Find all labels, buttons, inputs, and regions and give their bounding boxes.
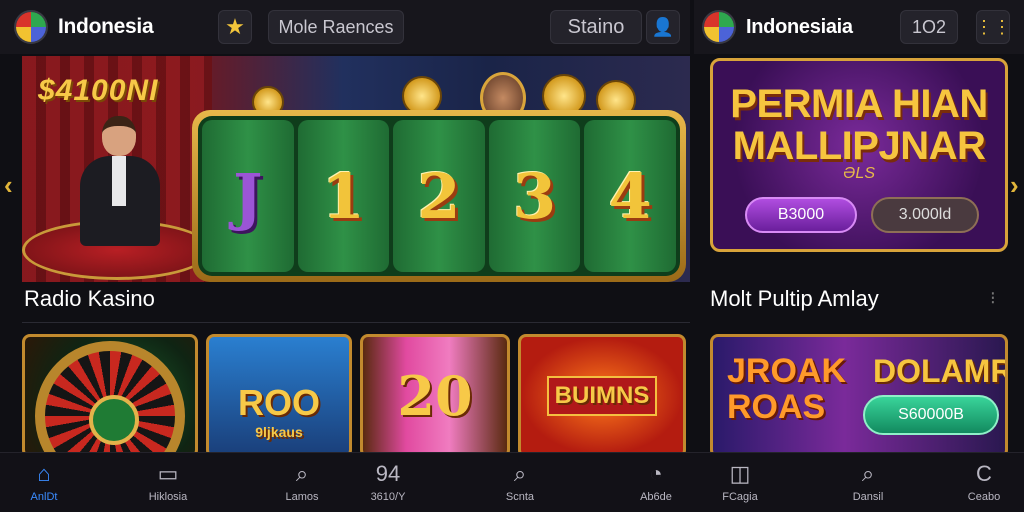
staino-button[interactable]: Staino [550,10,642,44]
nav-item-3[interactable]: ⌕ Lamos [262,461,342,503]
user-button[interactable]: 👤 [646,10,680,44]
nav-item-7[interactable]: ◫ FCagia [700,461,780,503]
user-icon: 👤 [651,16,675,37]
slot-reel: 1 [297,120,390,272]
brand-name-right: Indonesiaia [746,15,853,38]
game-title-secondary: DOLAMR [873,353,1008,389]
game-title: BUIMNS [546,376,658,416]
promo-title: PERMIA HIAN MALLIPJNAR [730,82,988,168]
game-tile-roas[interactable]: JROAK ROAS DOLAMR S60000B [710,334,1008,458]
nav-item-6[interactable]: ◔ Ab6de [616,461,696,503]
flag-icon [702,10,736,44]
game-tile-roo[interactable]: ROO 9ljkaus [206,334,352,458]
cards-icon: ◫ [729,461,751,486]
top-bar-right: Indonesiaia 1O2 ⋮⋮ [694,0,1024,54]
monitor-icon: ▭ [157,461,179,486]
clock-icon: ◔ [649,461,663,486]
count-button[interactable]: 1O2 [900,10,958,44]
dealer-image [80,116,160,246]
game-title: JROAK ROAS [727,352,847,426]
game-subtitle: 9ljkaus [255,424,303,440]
favorites-button[interactable]: ★ [218,10,252,44]
top-bar-left: Indonesia ★ Mole Raences Staino 👤 [0,0,690,54]
nav-label: Ab6de [640,491,672,503]
section-title-right: Molt Pultip Amlay [710,286,879,311]
promo-subtitle: ƏLS [842,165,875,182]
nav-label: Scnta [505,491,535,503]
menu-button[interactable]: ⋮⋮ [975,10,1011,44]
nav-label: Hiklosia [148,491,188,503]
chevron-left-icon[interactable]: ‹ [4,170,13,201]
nav-label: Ceabo [967,491,1001,503]
chevron-right-icon[interactable]: › [1010,170,1019,201]
star-icon: ★ [225,14,245,39]
nav-item-8[interactable]: ⌕ Dansil [828,461,908,503]
search-icon: ⌕ [295,461,309,486]
slot-reels: J 1 2 3 4 [198,116,680,276]
hero-title: $4100NI [38,74,159,107]
brand-name: Indonesia [58,15,154,38]
promo-secondary-button[interactable]: 3.000ld [871,197,979,233]
game-tile-roulette[interactable] [22,334,198,458]
hero-banner[interactable]: $4100NI J 1 2 3 4 [22,56,690,282]
game-play-button[interactable]: S60000B [863,395,999,435]
slot-reel: 2 [393,120,485,272]
nav-label: Dansil [852,491,884,503]
promo-primary-button[interactable]: B3000 [745,197,857,233]
brand-left[interactable]: Indonesia [0,10,154,44]
slot-reel: 3 [488,120,581,272]
search-button[interactable]: Mole Raences [268,10,404,44]
divider [22,322,690,323]
game-tile-20[interactable]: 20 [360,334,510,458]
game-title: 20 [397,364,473,428]
roulette-wheel-icon [35,341,185,455]
game-tile-bonus[interactable]: BUIMNS [518,334,686,458]
nav-item-2[interactable]: ▭ Hiklosia [128,461,208,503]
brand-right[interactable]: Indonesiaia [694,10,853,44]
nav-label: AnlDt [30,491,58,503]
slot-machine: J 1 2 3 4 [192,110,686,282]
nav-label: 3610/Y [370,491,406,503]
home-icon: ⌂ [37,461,51,486]
bottom-nav: ⌂ AnlDt ▭ Hiklosia ⌕ Lamos 94 3610/Y ⌕ S… [0,452,1024,512]
search-icon: ⌕ [861,461,875,486]
promo-card[interactable]: PERMIA HIAN MALLIPJNAR ƏLS B3000 3.000ld [710,58,1008,252]
slot-reel: J [202,120,294,272]
game-title: ROO [237,382,320,423]
flag-icon [14,10,48,44]
nav-label: FCagia [722,491,758,503]
search-icon: ⌕ [513,461,527,486]
nav-label: Lamos [285,491,319,503]
number-icon: 94 [375,461,401,486]
section-title-left: Radio Kasino [24,286,155,311]
grid-menu-icon: ⋮⋮ [975,16,1011,37]
refresh-icon: C [976,461,992,486]
nav-home[interactable]: ⌂ AnlDt [4,461,84,503]
slot-reel: 4 [584,120,676,272]
nav-item-9[interactable]: C Ceabo [944,461,1024,503]
more-icon[interactable]: ⁝ [990,288,996,309]
nav-item-5[interactable]: ⌕ Scnta [480,461,560,503]
nav-item-4[interactable]: 94 3610/Y [348,461,428,503]
